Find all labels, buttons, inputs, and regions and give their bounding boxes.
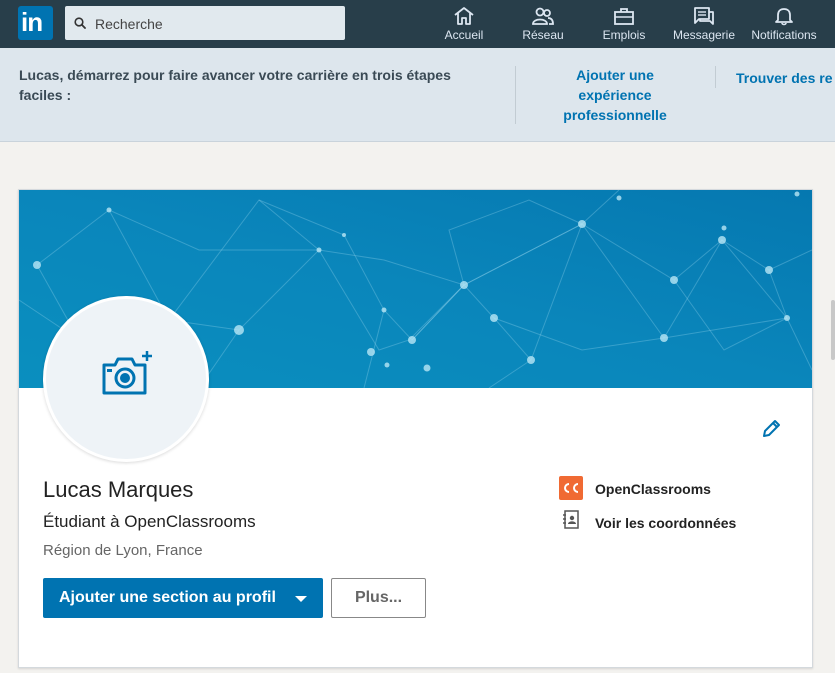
nav-item-notifications[interactable]: Notifications <box>744 4 824 46</box>
search-icon <box>74 17 86 29</box>
profile-location: Région de Lyon, France <box>43 542 203 559</box>
pencil-icon <box>763 420 780 437</box>
home-icon <box>454 7 474 25</box>
onboarding-add-experience-link[interactable]: Ajouter une expérience professionnelle <box>545 65 685 125</box>
onboarding-find-link[interactable]: Trouver des re <box>736 70 833 86</box>
contact-info-link[interactable]: Voir les coordonnées <box>595 515 736 531</box>
nav-label: Emplois <box>602 28 646 42</box>
divider <box>715 66 716 88</box>
oc-logo-icon <box>564 483 579 493</box>
add-profile-section-label: Ajouter une section au profil <box>59 589 276 606</box>
search-box[interactable] <box>65 6 345 40</box>
onboarding-banner: Lucas, démarrez pour faire avancer votre… <box>0 48 835 142</box>
add-profile-section-button[interactable]: Ajouter une section au profil <box>43 578 323 618</box>
search-input[interactable] <box>93 12 337 36</box>
profile-photo-placeholder[interactable] <box>43 296 209 462</box>
profile-card: Lucas Marques Étudiant à OpenClassrooms … <box>18 189 813 668</box>
openclassrooms-logo <box>559 476 583 500</box>
contact-card-icon <box>562 510 580 535</box>
nav-item-jobs[interactable]: Emplois <box>598 4 650 46</box>
profile-name: Lucas Marques <box>43 477 194 502</box>
nav-item-messaging[interactable]: Messagerie <box>668 4 740 46</box>
divider <box>515 66 516 124</box>
nav-item-home[interactable]: Accueil <box>440 4 488 46</box>
nav-item-network[interactable]: Réseau <box>517 4 569 46</box>
nav-label: Réseau <box>522 28 564 42</box>
edit-profile-button[interactable] <box>760 418 782 445</box>
company-link[interactable]: OpenClassrooms <box>595 481 711 497</box>
nav-label: Notifications <box>751 28 817 42</box>
caret-down-icon <box>295 596 307 602</box>
page-scrollbar[interactable] <box>831 300 835 360</box>
nav-label: Messagerie <box>672 28 736 42</box>
bell-icon <box>775 8 793 26</box>
add-photo-camera-icon <box>102 351 152 395</box>
nav-label: Accueil <box>444 28 484 42</box>
network-icon <box>532 7 554 25</box>
more-button[interactable]: Plus... <box>331 578 426 618</box>
top-navigation-bar: in Accueil Réseau Emplois <box>0 0 835 48</box>
linkedin-logo[interactable]: in <box>18 6 53 40</box>
profile-headline: Étudiant à OpenClassrooms <box>43 512 256 531</box>
messaging-icon <box>694 7 714 25</box>
briefcase-icon <box>614 8 634 25</box>
onboarding-intro: Lucas, démarrez pour faire avancer votre… <box>19 67 451 103</box>
